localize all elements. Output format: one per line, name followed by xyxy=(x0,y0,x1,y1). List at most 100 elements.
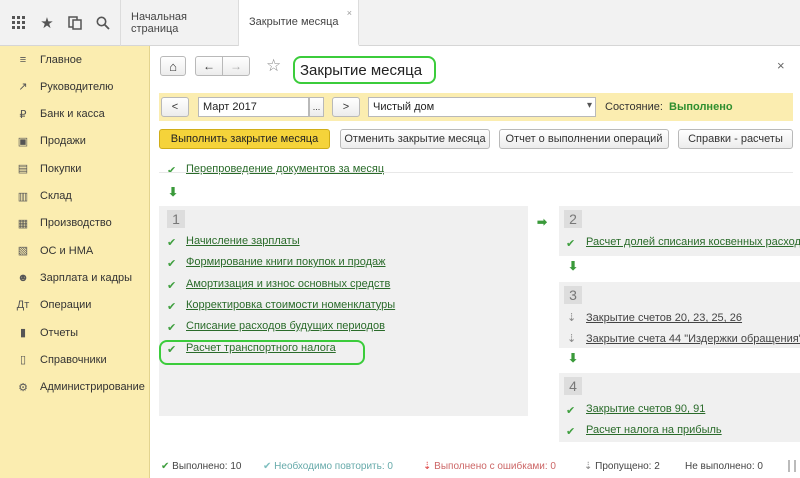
chevron-down-icon[interactable]: ▾ xyxy=(587,100,592,111)
stage-2-number: 2 xyxy=(564,210,582,228)
arrow-right-icon: ➡ xyxy=(537,215,548,229)
book-icon: ▯ xyxy=(19,354,27,367)
menu-lines-icon: ≡ xyxy=(19,53,27,66)
sidebar-item-label: Главное xyxy=(40,53,83,66)
ruble-coin-icon: ₽ xyxy=(19,108,27,121)
check-icon: ✔ xyxy=(167,258,177,271)
period-select-button[interactable]: ... xyxy=(309,97,324,117)
state-label: Состояние: xyxy=(605,101,663,113)
sidebar-item-9[interactable]: ☻ Зарплата и кадры xyxy=(0,264,150,291)
back-button[interactable]: ← xyxy=(195,56,223,76)
sidebar-item-12[interactable]: ▯ Справочники xyxy=(0,346,150,373)
prev-month-button[interactable]: < xyxy=(161,97,189,117)
gear-icon: ⚙ xyxy=(18,381,28,394)
period-value: Март 2017 xyxy=(203,101,257,113)
people-icon: ☻ xyxy=(17,271,29,284)
state-value: Выполнено xyxy=(669,101,733,113)
stage-1-op-link[interactable]: Корректировка стоимости номенклатуры xyxy=(186,299,395,311)
organization-value: Чистый дом xyxy=(373,101,435,113)
sidebar-item-6[interactable]: ▥ Склад xyxy=(0,183,150,210)
form-close-icon[interactable]: × xyxy=(777,58,785,73)
status-not-done: Не выполнено: 0 xyxy=(685,461,763,472)
period-dots: ... xyxy=(312,102,321,112)
sidebar-item-7[interactable]: ▦ Производство xyxy=(0,210,150,237)
check-icon: ✔ xyxy=(566,238,576,250)
next-month-label: > xyxy=(342,101,350,113)
check-icon: ✔ xyxy=(167,279,177,292)
highlight-frame xyxy=(159,340,365,365)
arrow-down-icon: ⬇ xyxy=(568,351,579,365)
page-title: Закрытие месяца xyxy=(293,56,436,84)
home-button[interactable]: ⌂ xyxy=(160,56,186,76)
next-month-button[interactable]: > xyxy=(332,97,360,117)
stage-1-op-link[interactable]: Амортизация и износ основных средств xyxy=(186,278,390,290)
operations-report-button[interactable]: Отчет о выполнении операций xyxy=(499,129,669,149)
tab-home[interactable]: Начальная страница xyxy=(120,0,239,46)
building-icon: ▧ xyxy=(17,245,29,258)
close-icon[interactable]: × xyxy=(347,8,352,18)
cancel-closing-button[interactable]: Отменить закрытие месяца xyxy=(340,129,490,149)
sidebar-item-label: Справочники xyxy=(40,353,107,366)
search-icon[interactable] xyxy=(92,12,114,34)
sidebar-item-2[interactable]: ↗ Руководителю xyxy=(0,73,150,100)
sidebar-item-label: Производство xyxy=(40,217,112,230)
sidebar-item-1[interactable]: ≡ Главное xyxy=(0,46,150,73)
sidebar-item-label: Банк и касса xyxy=(40,108,105,121)
sidebar-item-5[interactable]: ▤ Покупки xyxy=(0,155,150,182)
sidebar-item-4[interactable]: ▣ Продажи xyxy=(0,128,150,155)
sidebar-item-label: Операции xyxy=(40,299,92,312)
stage-4-number: 4 xyxy=(564,377,582,395)
check-icon: ✔ xyxy=(167,237,177,249)
status-repeat: ✔ Необходимо повторить: 0 xyxy=(263,461,393,472)
tab-home-label: Начальная страница xyxy=(131,11,187,35)
factory-icon: ▦ xyxy=(17,217,29,230)
sidebar-item-3[interactable]: ₽ Банк и касса xyxy=(0,101,150,128)
op-indirect-costs-link[interactable]: Расчет долей списания косвенных расходов xyxy=(586,236,800,248)
calculations-help-button[interactable]: Справки - расчеты xyxy=(678,129,793,149)
stage-3-number: 3 xyxy=(564,286,582,304)
sidebar-item-13[interactable]: ⚙ Администрирование xyxy=(0,374,150,401)
status-bar: ✔ Выполнено: 10 ✔ Необходимо повторить: … xyxy=(151,451,800,478)
reposting-link[interactable]: Перепроведение документов за месяц xyxy=(186,163,384,175)
forward-button[interactable]: → xyxy=(222,56,250,76)
home-icon: ⌂ xyxy=(169,58,177,74)
status-done: ✔ Выполнено: 10 xyxy=(161,461,242,472)
sidebar-item-8[interactable]: ▧ ОС и НМА xyxy=(0,237,150,264)
stage-4-panel: 4 ✔ Закрытие счетов 90, 91 ✔ Расчет нало… xyxy=(559,373,800,442)
op-close-accounts-90-link[interactable]: Закрытие счетов 90, 91 xyxy=(586,403,705,415)
favorite-star-icon[interactable]: ☆ xyxy=(266,56,281,76)
star-icon[interactable]: ★ xyxy=(36,12,58,34)
check-icon: ✔ xyxy=(167,165,177,177)
period-field[interactable]: Март 2017 xyxy=(198,97,309,117)
sidebar-item-label: Продажи xyxy=(40,135,86,148)
status-errors: ⇣ Выполнено с ошибками: 0 xyxy=(423,461,556,472)
op-close-account-44-link[interactable]: Закрытие счета 44 "Издержки обращения" xyxy=(586,333,800,345)
cart-icon: ▤ xyxy=(17,163,29,176)
sidebar: ≡ Главное ↗ Руководителю ₽ Банк и касса ▣ Прода… xyxy=(0,46,150,478)
organization-select[interactable]: Чистый дом ▾ xyxy=(368,97,596,117)
state-display: Состояние: Выполнено xyxy=(605,101,733,113)
stage-1-op-link[interactable]: Начисление зарплаты xyxy=(186,235,300,247)
run-closing-button[interactable]: Выполнить закрытие месяца xyxy=(159,129,330,149)
stage-2-panel: 2 ✔ Расчет долей списания косвенных расх… xyxy=(559,206,800,256)
sidebar-item-10[interactable]: Дт Операции xyxy=(0,292,150,319)
apps-grid-icon[interactable] xyxy=(8,12,30,34)
stage-1-op-link[interactable]: Списание расходов будущих периодов xyxy=(186,320,385,332)
top-bar: ★ Начальная страница Закрытие месяца × xyxy=(0,0,800,46)
stage-1-op-link[interactable]: Формирование книги покупок и продаж xyxy=(186,256,386,268)
history-icon[interactable] xyxy=(64,12,86,34)
back-arrow-icon: ← xyxy=(203,59,215,73)
sidebar-item-label: ОС и НМА xyxy=(40,244,94,257)
op-profit-tax-link[interactable]: Расчет налога на прибыль xyxy=(586,424,722,436)
operations-icon: Дт xyxy=(16,299,30,312)
check-icon: ✔ xyxy=(566,405,576,417)
resize-handle[interactable] xyxy=(788,460,796,472)
sidebar-item-label: Отчеты xyxy=(40,326,79,339)
shopping-bag-icon: ▣ xyxy=(17,135,29,148)
tab-month-closing[interactable]: Закрытие месяца × xyxy=(239,0,359,46)
check-icon: ✔ xyxy=(167,300,177,313)
op-close-accounts-20-link[interactable]: Закрытие счетов 20, 23, 25, 26 xyxy=(586,312,742,324)
arrow-down-icon: ⬇ xyxy=(568,259,579,273)
params-bar: < Март 2017 ... > Чистый дом ▾ Состояние… xyxy=(159,93,793,121)
sidebar-item-11[interactable]: ▮ Отчеты xyxy=(0,319,150,346)
